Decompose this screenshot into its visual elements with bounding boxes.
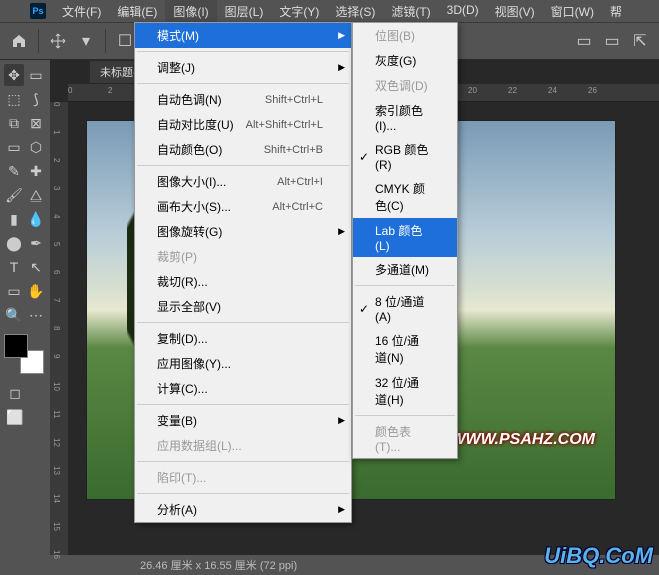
marquee-tool[interactable]: ⬚ xyxy=(4,88,24,110)
pen-tool[interactable]: ✒ xyxy=(26,232,46,254)
home-icon[interactable] xyxy=(10,32,28,50)
path-tool[interactable]: ↖ xyxy=(26,256,46,278)
menu-item[interactable]: 图像大小(I)...Alt+Ctrl+I xyxy=(135,169,351,194)
dodge-tool[interactable]: ⬤ xyxy=(4,232,24,254)
panel-icon[interactable]: ▭ xyxy=(575,32,593,50)
menu-1[interactable]: 编辑(E) xyxy=(109,0,165,23)
share-icon[interactable]: ⇱ xyxy=(631,32,649,50)
marquee-rect-tool[interactable]: ▭ xyxy=(4,136,24,158)
menu-item[interactable]: 画布大小(S)...Alt+Ctrl+C xyxy=(135,194,351,219)
menu-item[interactable]: 裁切(R)... xyxy=(135,269,351,294)
frame-tool[interactable]: ⊠ xyxy=(26,112,46,134)
menu-item[interactable]: 32 位/通道(H) xyxy=(353,370,457,412)
menu-item[interactable]: 图像旋转(G)▶ xyxy=(135,219,351,244)
menu-item[interactable]: ✓8 位/通道(A) xyxy=(353,289,457,328)
menu-2[interactable]: 图像(I) xyxy=(165,0,216,23)
menu-item: 双色调(D) xyxy=(353,73,457,98)
menu-9[interactable]: 窗口(W) xyxy=(543,0,602,23)
menu-item[interactable]: 自动颜色(O)Shift+Ctrl+B xyxy=(135,137,351,162)
more-tool[interactable]: ⋯ xyxy=(26,304,46,326)
menu-item[interactable]: 计算(C)... xyxy=(135,376,351,401)
menu-item[interactable]: 调整(J)▶ xyxy=(135,55,351,80)
menu-7[interactable]: 3D(D) xyxy=(439,0,487,23)
quickmask-tool[interactable]: ◻ xyxy=(4,382,26,404)
menu-3[interactable]: 图层(L) xyxy=(217,0,272,23)
menu-item: 应用数据组(L)... xyxy=(135,433,351,458)
menu-item: 裁剪(P) xyxy=(135,244,351,269)
heal-tool[interactable]: ✚ xyxy=(26,160,46,182)
artboard-tool[interactable]: ▭ xyxy=(26,64,46,86)
move-icon[interactable] xyxy=(49,32,67,50)
menu-item[interactable]: 16 位/通道(N) xyxy=(353,328,457,370)
tool-palette: ✥▭ ⬚⟆ ⧉⊠ ▭⬡ ✎✚ 🖌⧋ ▮💧 ⬤✒ T↖ ▭✋ 🔍⋯ ◻ ⬜ xyxy=(0,60,50,555)
menu-6[interactable]: 滤镜(T) xyxy=(383,0,438,23)
type-tool[interactable]: T xyxy=(4,256,24,278)
menu-item: 位图(B) xyxy=(353,23,457,48)
ruler-vertical: 012345678910111213141516 xyxy=(50,102,68,555)
eyedropper-tool[interactable]: ✎ xyxy=(4,160,24,182)
brush-tool[interactable]: 🖌 xyxy=(4,184,24,206)
clone-tool[interactable]: ⧋ xyxy=(26,184,46,206)
menu-item[interactable]: 复制(D)... xyxy=(135,326,351,351)
menu-5[interactable]: 选择(S) xyxy=(327,0,383,23)
menu-item: 颜色表(T)... xyxy=(353,419,457,458)
menu-item[interactable]: 变量(B)▶ xyxy=(135,408,351,433)
panel-icon[interactable]: ▭ xyxy=(603,32,621,50)
menubar: Ps 文件(F)编辑(E)图像(I)图层(L)文字(Y)选择(S)滤镜(T)3D… xyxy=(0,0,659,22)
menu-item[interactable]: 自动对比度(U)Alt+Shift+Ctrl+L xyxy=(135,112,351,137)
menu-item[interactable]: Lab 颜色(L) xyxy=(353,218,457,257)
foreground-color[interactable] xyxy=(4,334,28,358)
mode-submenu-dropdown: 位图(B)灰度(G)双色调(D)索引颜色(I)...✓RGB 颜色(R)CMYK… xyxy=(352,22,458,459)
menu-10[interactable]: 帮 xyxy=(602,0,630,23)
menu-item[interactable]: ✓RGB 颜色(R) xyxy=(353,137,457,176)
screenmode-tool[interactable]: ⬜ xyxy=(4,406,26,428)
menu-item[interactable]: CMYK 颜色(C) xyxy=(353,176,457,218)
image-menu-dropdown: 模式(M)▶ 调整(J)▶ 自动色调(N)Shift+Ctrl+L自动对比度(U)A… xyxy=(134,22,352,523)
watermark-psahz: WWW.PSAHZ.COM xyxy=(450,431,595,449)
zoom-tool[interactable]: 🔍 xyxy=(4,304,24,326)
menu-item[interactable]: 显示全部(V) xyxy=(135,294,351,319)
menu-item[interactable]: 索引颜色(I)... xyxy=(353,98,457,137)
menu-item: 陷印(T)... xyxy=(135,465,351,490)
menu-item[interactable]: 自动色调(N)Shift+Ctrl+L xyxy=(135,87,351,112)
shape-tool[interactable]: ▭ xyxy=(4,280,24,302)
gradient-tool[interactable]: ▮ xyxy=(4,208,24,230)
menu-item[interactable]: 多通道(M) xyxy=(353,257,457,282)
menu-item[interactable]: 灰度(G) xyxy=(353,48,457,73)
move-tool[interactable]: ✥ xyxy=(4,64,24,86)
checkbox-icon[interactable]: ☐ xyxy=(116,32,134,50)
menu-item[interactable]: 分析(A)▶ xyxy=(135,497,351,522)
crop-tool[interactable]: ⧉ xyxy=(4,112,24,134)
hand-tool[interactable]: ✋ xyxy=(26,280,46,302)
status-bar: 26.46 厘米 x 16.55 厘米 (72 ppi) xyxy=(50,555,297,575)
menu-8[interactable]: 视图(V) xyxy=(487,0,543,23)
blur-tool[interactable]: 💧 xyxy=(26,208,46,230)
lasso-tool[interactable]: ⟆ xyxy=(26,88,46,110)
menu-4[interactable]: 文字(Y) xyxy=(271,0,327,23)
color-swatches[interactable] xyxy=(4,334,44,374)
status-text: 26.46 厘米 x 16.55 厘米 (72 ppi) xyxy=(140,557,297,573)
watermark-uibq: UiBQ.CoM xyxy=(544,543,653,569)
quick-select-tool[interactable]: ⬡ xyxy=(26,136,46,158)
dropdown-icon[interactable]: ▾ xyxy=(77,32,95,50)
ps-logo: Ps xyxy=(30,3,46,19)
menu-item[interactable]: 应用图像(Y)... xyxy=(135,351,351,376)
menu-item[interactable]: 模式(M)▶ xyxy=(135,23,351,48)
menu-0[interactable]: 文件(F) xyxy=(54,0,109,23)
